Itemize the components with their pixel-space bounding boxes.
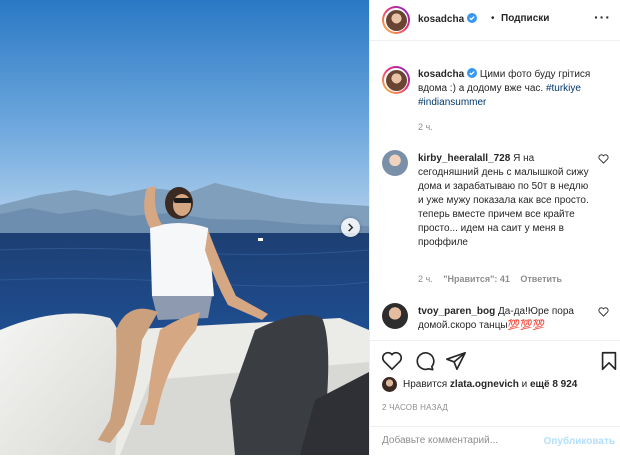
liker-username[interactable]: zlata.ognevich <box>450 379 519 390</box>
author-username-text[interactable]: kosadcha <box>418 14 464 25</box>
add-comment-bar: Опубликовать <box>370 426 620 456</box>
post-details-panel: kosadcha • Подписки ··· kosadcha Цими фо… <box>369 0 620 455</box>
post-actions-section: Нравится zlata.ognevich и ещё 8 924 2 ЧА… <box>370 340 620 455</box>
avatar-image <box>385 69 407 91</box>
commenter-avatar[interactable] <box>382 150 408 176</box>
like-comment-heart-icon[interactable] <box>598 154 609 164</box>
comment-text: Я на сегодняшний день с малышкой сижу до… <box>418 153 589 248</box>
caption-time[interactable]: 2 ч. <box>418 122 433 132</box>
post-timestamp[interactable]: 2 ЧАСОВ НАЗАД <box>382 403 448 412</box>
post-header: kosadcha • Подписки ··· <box>370 0 620 41</box>
next-photo-button[interactable] <box>341 218 360 237</box>
instagram-post: kosadcha • Подписки ··· kosadcha Цими фо… <box>0 0 620 455</box>
likes-connector: и <box>521 379 528 390</box>
comment-likes[interactable]: "Нравится": 41 <box>443 274 510 284</box>
comment-time[interactable]: 2 ч. <box>418 274 433 284</box>
comment-username[interactable]: kirby_heeralall_728 <box>418 153 510 164</box>
publish-button[interactable]: Опубликовать <box>544 436 615 447</box>
avatar-image <box>385 9 407 31</box>
comment-input[interactable] <box>382 435 542 446</box>
comment-bubble-icon[interactable] <box>413 350 435 372</box>
caption-username[interactable]: kosadcha <box>418 69 464 80</box>
verified-badge-icon <box>467 68 478 78</box>
photo-illustration <box>0 0 369 455</box>
chevron-right-icon <box>348 223 354 232</box>
caption-author-avatar[interactable] <box>382 66 410 94</box>
more-options-button[interactable]: ··· <box>594 10 611 24</box>
author-username[interactable]: kosadcha <box>418 13 478 25</box>
caption-text-block: kosadcha Цими фото буду грітися вдома :)… <box>418 68 614 110</box>
comment-username[interactable]: tvoy_paren_bog <box>418 306 495 317</box>
liker-avatar[interactable] <box>382 377 397 392</box>
comment-text-block: kirby_heeralall_728 Я на сегодняшний ден… <box>418 152 594 250</box>
share-paper-plane-icon[interactable] <box>445 350 467 372</box>
commenter-avatar[interactable] <box>382 303 408 329</box>
reply-button[interactable]: Ответить <box>520 274 562 284</box>
likes-prefix: Нравится <box>403 379 448 390</box>
likes-summary: Нравится zlata.ognevich и ещё 8 924 <box>382 377 577 392</box>
header-separator: • <box>491 13 495 24</box>
comment-meta: 2 ч. "Нравится": 41 Ответить <box>418 274 570 284</box>
likes-count[interactable]: ещё 8 924 <box>530 379 577 390</box>
following-button[interactable]: Подписки <box>501 13 549 24</box>
like-comment-heart-icon[interactable] <box>598 307 609 317</box>
verified-badge-icon <box>467 13 478 23</box>
like-heart-icon[interactable] <box>381 350 403 372</box>
author-avatar[interactable] <box>382 6 410 34</box>
post-photo[interactable] <box>0 0 369 455</box>
comment-text-block: tvoy_paren_bog Да-да!Юре пора домой.скор… <box>418 305 594 333</box>
save-bookmark-icon[interactable] <box>598 350 620 372</box>
